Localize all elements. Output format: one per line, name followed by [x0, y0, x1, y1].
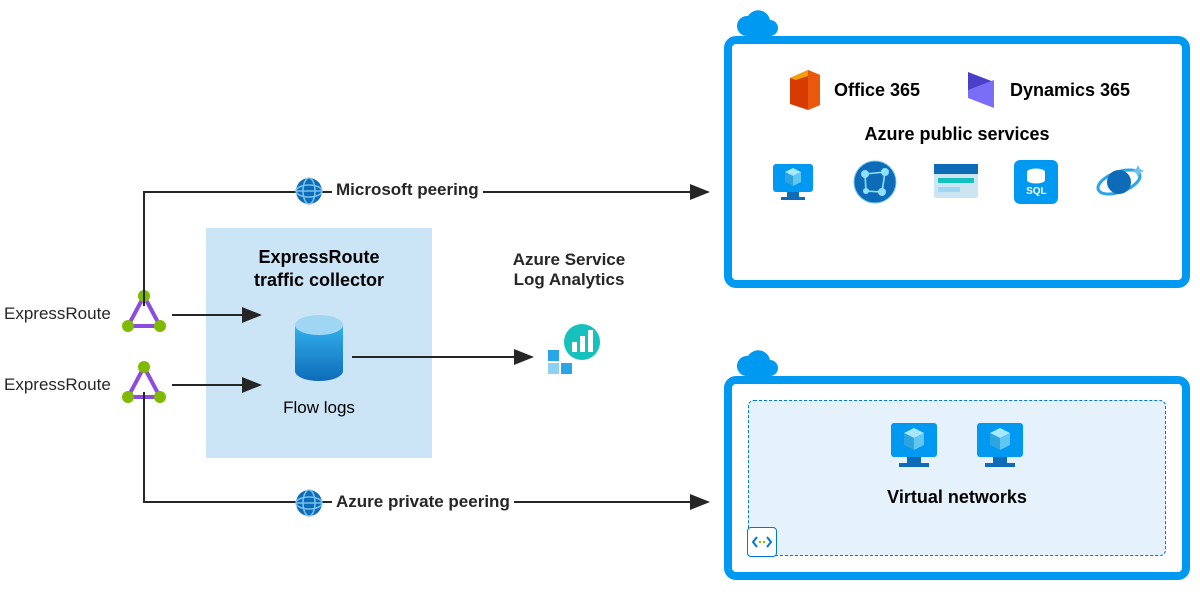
screen-cube-icon — [769, 160, 817, 204]
peering-globe-icon — [294, 176, 324, 206]
peering-globe-icon — [294, 488, 324, 518]
expressroute-label-1: ExpressRoute — [4, 304, 111, 324]
office365-label: Office 365 — [834, 80, 920, 101]
database-icon — [287, 311, 351, 385]
vnet-badge-icon — [747, 527, 777, 557]
cosmos-icon — [1093, 159, 1145, 205]
vnet-inner: Virtual networks — [748, 400, 1166, 556]
virtual-networks-title: Virtual networks — [749, 487, 1165, 508]
log-analytics-title: Azure Service Log Analytics — [494, 250, 644, 290]
arrow-circuit2-to-collector — [172, 384, 270, 386]
network-icon — [852, 159, 898, 205]
expressroute-label-2: ExpressRoute — [4, 375, 111, 395]
microsoft-peering-label: Microsoft peering — [332, 180, 483, 200]
arrow-collector-to-loganalytics — [352, 356, 542, 358]
office365-item: Office 365 — [784, 68, 920, 112]
office365-icon — [784, 68, 824, 112]
dynamics365-item: Dynamics 365 — [964, 68, 1130, 112]
sql-badge-label: SQL — [1026, 186, 1047, 197]
sql-icon: SQL — [1014, 160, 1058, 204]
log-analytics-l1: Azure Service — [513, 250, 625, 269]
log-analytics-icon — [544, 320, 602, 378]
virtual-networks-panel: Virtual networks — [724, 376, 1190, 580]
vm-icon — [971, 419, 1029, 473]
vm-icon — [885, 419, 943, 473]
dynamics365-icon — [964, 68, 1000, 112]
cloud-icon — [732, 350, 778, 380]
private-peering-label: Azure private peering — [332, 492, 514, 512]
browser-icon — [932, 162, 980, 202]
azure-services-row: SQL — [752, 159, 1162, 205]
public-services-panel: Office 365 Dynamics 365 Azure public ser… — [724, 36, 1190, 288]
dynamics365-label: Dynamics 365 — [1010, 80, 1130, 101]
log-analytics-l2: Log Analytics — [514, 270, 625, 289]
cloud-icon — [732, 10, 778, 40]
arrow-circuit1-to-collector — [172, 314, 270, 316]
azure-public-services-title: Azure public services — [752, 124, 1162, 145]
